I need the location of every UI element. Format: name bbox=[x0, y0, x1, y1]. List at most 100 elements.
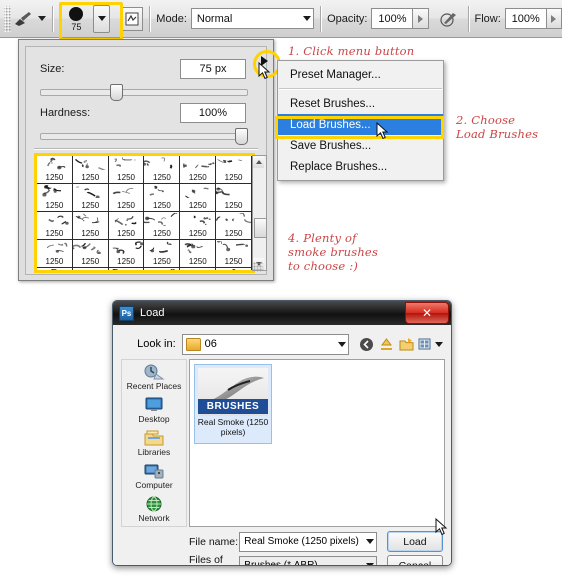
brush-preset-grid-frame[interactable]: 1250 1250 1250 1250 1250 1250 1250 1250 1250 1250… bbox=[36, 155, 253, 271]
brush-size-label: 1250 bbox=[153, 229, 171, 238]
brush-preset-picker[interactable]: 75 bbox=[59, 0, 124, 41]
file-item-real-smoke[interactable]: BRUSHES Real Smoke (1250 pixels) bbox=[194, 364, 272, 444]
filetype-label: Files of type: bbox=[189, 553, 223, 566]
brush-preset-cell[interactable]: 1250 bbox=[216, 240, 252, 268]
dialog-titlebar[interactable]: Ps Load ✕ bbox=[113, 301, 451, 325]
brush-preset-cell[interactable]: 1250 bbox=[144, 184, 181, 212]
tool-preset-chevron-icon[interactable] bbox=[38, 16, 47, 21]
menu-item-save-brushes[interactable]: Save Brushes... bbox=[278, 135, 443, 156]
brush-preset-grid: 1250 1250 1250 1250 1250 1250 1250 1250 1250 1250… bbox=[37, 156, 252, 270]
brush-preset-cell[interactable]: 1250 bbox=[72, 156, 109, 184]
brush-preset-cell[interactable]: 1250 bbox=[108, 156, 145, 184]
brush-preset-cell[interactable]: 1250 bbox=[37, 156, 73, 184]
lookin-value: 06 bbox=[204, 338, 217, 350]
opacity-input[interactable]: 100% bbox=[371, 8, 414, 29]
back-icon[interactable] bbox=[359, 336, 376, 353]
mode-select[interactable]: Normal bbox=[190, 8, 315, 29]
annotation-step-2: 2. Choose Load Brushes bbox=[456, 113, 539, 141]
brush-panel-icon[interactable] bbox=[120, 6, 144, 31]
place-libraries[interactable]: Libraries bbox=[122, 426, 186, 459]
brush-panel-inner: Size: 75 px Hardness: 100% 1250 1250 1250 1… bbox=[25, 46, 267, 275]
options-bar: 75 Mode: Normal Opacity: 100% Flow: 100% bbox=[0, 0, 562, 41]
place-computer[interactable]: Computer bbox=[122, 459, 186, 492]
close-icon[interactable]: ✕ bbox=[405, 302, 449, 324]
brush-preset-cell[interactable]: 1250 bbox=[108, 184, 145, 212]
brush-preset-cell[interactable]: 1250 bbox=[144, 240, 181, 268]
menu-item-reset-brushes[interactable]: Reset Brushes... bbox=[278, 93, 443, 114]
brush-preset-cell[interactable]: 1250 bbox=[180, 240, 217, 268]
load-button[interactable]: Load bbox=[386, 531, 443, 552]
brush-menu-button[interactable] bbox=[261, 56, 268, 66]
brush-preset-cell[interactable]: 1250 bbox=[144, 156, 181, 184]
airbrush-icon[interactable] bbox=[437, 7, 462, 31]
size-value-field[interactable]: 75 px bbox=[180, 59, 246, 79]
brush-thumbnail bbox=[109, 157, 144, 170]
brush-preset-cell[interactable]: 1250 bbox=[108, 268, 145, 270]
hardness-slider-thumb[interactable] bbox=[235, 128, 248, 145]
brush-preset-cell[interactable]: 1250 bbox=[37, 240, 73, 268]
brush-preset-cell[interactable]: 1250 bbox=[216, 212, 252, 240]
up-folder-icon[interactable] bbox=[378, 336, 395, 353]
brush-preset-cell[interactable]: 1250 bbox=[216, 184, 252, 212]
mode-value: Normal bbox=[196, 12, 233, 25]
menu-item-replace-brushes[interactable]: Replace Brushes... bbox=[278, 156, 443, 177]
paintbrush-icon[interactable] bbox=[11, 7, 36, 31]
place-recent-places[interactable]: Recent Places bbox=[122, 360, 186, 393]
opacity-value: 100% bbox=[378, 12, 407, 25]
brush-size-label: 1250 bbox=[153, 201, 171, 210]
brush-preset-cell[interactable]: 1250 bbox=[180, 268, 217, 270]
toolbar-separator-4 bbox=[467, 5, 469, 32]
scrollbar-thumb[interactable] bbox=[254, 218, 267, 238]
photoshop-icon: Ps bbox=[119, 305, 134, 321]
chevron-down-icon bbox=[337, 341, 346, 347]
brush-preset-cell[interactable]: 1250 bbox=[72, 212, 109, 240]
brush-preset-cell[interactable]: 1250 bbox=[216, 268, 252, 270]
opacity-slider-button[interactable] bbox=[413, 8, 429, 29]
place-network[interactable]: Network bbox=[122, 492, 186, 525]
menu-item-load-brushes[interactable]: Load Brushes... bbox=[278, 114, 443, 135]
brush-preset-dropdown-button[interactable] bbox=[93, 4, 111, 33]
brush-thumbnail bbox=[216, 269, 251, 270]
brush-preset-cell[interactable]: 1250 bbox=[108, 212, 145, 240]
views-icon[interactable] bbox=[417, 336, 434, 353]
new-folder-icon[interactable] bbox=[398, 336, 415, 353]
filename-input[interactable]: Real Smoke (1250 pixels) bbox=[239, 531, 377, 552]
lookin-select[interactable]: 06 bbox=[181, 333, 349, 355]
brush-preset-cell[interactable]: 1250 bbox=[180, 212, 217, 240]
brush-size-label: 1250 bbox=[117, 257, 135, 266]
filetype-select[interactable]: Brushes (*.ABR) bbox=[239, 555, 377, 565]
hardness-slider-track[interactable] bbox=[40, 133, 248, 140]
brush-grid-scrollbar[interactable] bbox=[252, 155, 267, 271]
brush-thumbnail bbox=[216, 241, 251, 254]
brush-preset-cell[interactable]: 1250 bbox=[37, 184, 73, 212]
hardness-label: Hardness: bbox=[40, 107, 91, 119]
brush-preset-cell[interactable]: 1250 bbox=[144, 212, 181, 240]
scroll-up-button[interactable] bbox=[253, 156, 264, 168]
brush-preset-cell[interactable]: 1250 bbox=[180, 156, 217, 184]
menu-item-preset-manager[interactable]: Preset Manager... bbox=[278, 64, 443, 85]
brush-preset-cell[interactable]: 1250 bbox=[72, 184, 109, 212]
toolbar-grip[interactable] bbox=[4, 5, 11, 32]
brush-thumbnail bbox=[109, 213, 144, 226]
brush-preset-cell[interactable]: 1250 bbox=[180, 184, 217, 212]
cancel-button[interactable]: Cancel bbox=[386, 555, 443, 565]
flow-slider-button[interactable] bbox=[546, 8, 562, 29]
brush-size-label: 1250 bbox=[188, 173, 207, 182]
flow-input[interactable]: 100% bbox=[504, 8, 547, 29]
brush-preset-cell[interactable]: 1250 bbox=[37, 212, 73, 240]
place-desktop[interactable]: Desktop bbox=[122, 393, 186, 426]
size-slider-track[interactable] bbox=[40, 89, 248, 96]
panel-resize-grip[interactable] bbox=[253, 262, 263, 272]
brush-preset-cell[interactable]: 1250 bbox=[72, 240, 109, 268]
brush-preset-cell[interactable]: 1250 bbox=[144, 268, 181, 270]
file-list-view[interactable]: BRUSHES Real Smoke (1250 pixels) bbox=[189, 359, 445, 527]
brush-preset-cell[interactable]: 1250 bbox=[37, 268, 73, 270]
size-slider-thumb[interactable] bbox=[110, 84, 123, 101]
brush-preset-cell[interactable]: 1250 bbox=[72, 268, 109, 270]
hardness-value-field[interactable]: 100% bbox=[180, 103, 246, 123]
brush-preset-cell[interactable]: 1250 bbox=[108, 240, 145, 268]
brush-preset-cell[interactable]: 1250 bbox=[216, 156, 252, 184]
annotation-step-4: 4. Plenty of smoke brushes to choose :) bbox=[288, 231, 379, 273]
views-chevron-icon[interactable] bbox=[435, 341, 444, 347]
brush-preview[interactable]: 75 bbox=[63, 6, 89, 32]
